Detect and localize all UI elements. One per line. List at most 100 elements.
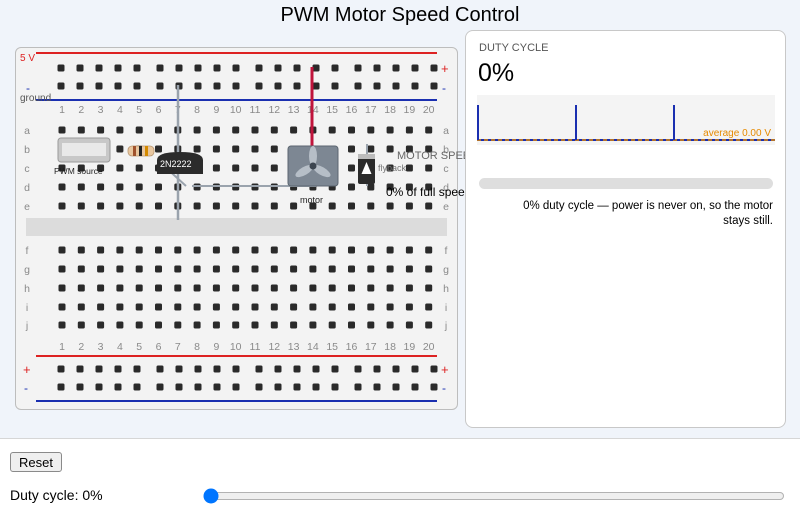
column-number: 8 — [194, 104, 200, 116]
motor-label: motor — [300, 195, 323, 205]
grid-hole — [77, 265, 85, 273]
grid-hole — [270, 145, 278, 153]
rail-hole — [312, 82, 320, 90]
diode-label: flyback — [378, 163, 407, 173]
rail-hole — [57, 365, 65, 373]
column-number: 3 — [98, 341, 104, 353]
grid-hole — [155, 202, 162, 210]
grid-hole — [425, 164, 433, 172]
column-number: 19 — [404, 104, 416, 116]
grid-hole — [193, 126, 201, 134]
rail-hole — [430, 383, 438, 391]
rail-hole — [274, 383, 282, 391]
column-number: 10 — [230, 104, 242, 116]
grid-hole — [155, 303, 162, 311]
rail-hole — [392, 383, 400, 391]
column-number: 12 — [268, 341, 280, 353]
grid-hole — [425, 284, 433, 292]
grid-hole — [367, 321, 375, 329]
duty-cycle-slider[interactable] — [203, 488, 785, 504]
grid-hole — [155, 265, 162, 273]
grid-hole — [116, 202, 124, 210]
grid-hole — [116, 183, 124, 191]
rail-hole — [232, 82, 240, 90]
grid-hole — [116, 126, 124, 134]
grid-hole — [135, 246, 143, 254]
grid-hole — [58, 246, 66, 254]
rail-hole — [76, 365, 84, 373]
grid-hole — [348, 164, 355, 172]
column-number: 18 — [384, 104, 396, 116]
rail-hole — [156, 82, 164, 90]
grid-hole — [116, 321, 124, 329]
rail-hole — [232, 383, 240, 391]
resistor-band-2 — [139, 146, 142, 156]
column-number: 11 — [250, 341, 261, 353]
column-number: 1 — [59, 104, 65, 116]
grid-hole — [290, 126, 298, 134]
grid-hole — [348, 321, 355, 329]
rail-hole — [76, 82, 84, 90]
row-letter: c — [24, 163, 29, 175]
column-number: 9 — [213, 104, 219, 116]
grid-hole — [251, 246, 259, 254]
grid-hole — [251, 145, 259, 153]
grid-hole — [367, 284, 375, 292]
rail-label-5v: 5 V — [20, 53, 35, 64]
grid-hole — [232, 164, 240, 172]
column-number: 13 — [288, 104, 300, 116]
rail-hole — [213, 383, 221, 391]
grid-hole — [405, 246, 413, 254]
grid-hole — [405, 265, 413, 273]
duty-cycle-label: DUTY CYCLE — [479, 42, 549, 54]
column-number: 15 — [326, 104, 338, 116]
rail-hole — [331, 64, 339, 72]
grid-hole — [97, 183, 105, 191]
grid-hole — [270, 126, 278, 134]
grid-hole — [155, 183, 162, 191]
grid-hole — [155, 321, 162, 329]
grid-hole — [348, 126, 355, 134]
grid-hole — [77, 202, 85, 210]
rail-hole — [392, 365, 400, 373]
grid-hole — [270, 164, 278, 172]
grid-hole — [251, 321, 259, 329]
bottom-right-minus-sign: - — [442, 381, 446, 395]
grid-hole — [386, 145, 394, 153]
grid-hole — [116, 265, 124, 273]
column-number: 16 — [346, 341, 358, 353]
grid-hole — [309, 284, 317, 292]
grid-hole — [77, 284, 85, 292]
rail-hole — [293, 82, 301, 90]
column-number: 14 — [307, 341, 319, 353]
grid-hole — [116, 145, 124, 153]
grid-hole — [367, 202, 375, 210]
bottom-left-minus-sign: - — [24, 381, 28, 395]
rail-hole — [133, 64, 141, 72]
row-letter: e — [24, 201, 30, 213]
grid-hole — [309, 246, 317, 254]
column-number: 8 — [194, 341, 200, 353]
grid-hole — [309, 265, 317, 273]
rail-hole — [331, 383, 339, 391]
column-number: 2 — [78, 341, 84, 353]
reset-button[interactable]: Reset — [10, 452, 62, 472]
row-letter: f — [26, 245, 29, 257]
column-number: 3 — [98, 104, 104, 116]
grid-hole — [328, 321, 336, 329]
rail-hole — [392, 82, 400, 90]
row-letter: a — [24, 125, 30, 137]
rail-hole — [255, 365, 263, 373]
duty-cycle-readout: Duty cycle: 0% — [10, 487, 103, 503]
rail-hole — [312, 365, 320, 373]
column-number: 6 — [156, 341, 162, 353]
grid-hole — [348, 246, 355, 254]
grid-hole — [290, 321, 298, 329]
grid-hole — [212, 202, 220, 210]
controls-area: Reset Duty cycle: 0% — [0, 438, 800, 523]
explanation-text: 0% duty cycle — power is never on, so th… — [523, 200, 773, 227]
rail-hole — [255, 383, 263, 391]
rail-hole — [293, 64, 301, 72]
grid-hole — [348, 284, 355, 292]
grid-hole — [174, 284, 182, 292]
